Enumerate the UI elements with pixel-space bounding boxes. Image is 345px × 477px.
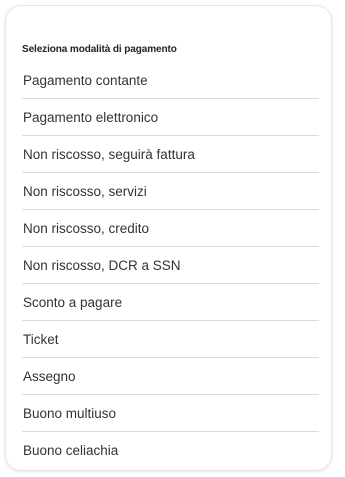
payment-method-dialog: Seleziona modalità di pagamento Pagament… [5, 5, 332, 471]
payment-option-discount-to-pay[interactable]: Sconto a pagare [6, 284, 331, 321]
payment-option-cash[interactable]: Pagamento contante [6, 62, 331, 99]
payment-option-electronic[interactable]: Pagamento elettronico [6, 99, 331, 136]
payment-option-invoice-to-follow[interactable]: Non riscosso, seguirà fattura [6, 136, 331, 173]
payment-option-unpaid-services[interactable]: Non riscosso, servizi [6, 173, 331, 210]
payment-option-multipurpose-voucher[interactable]: Buono multiuso [6, 395, 331, 432]
payment-option-ticket[interactable]: Ticket [6, 321, 331, 358]
dialog-title: Seleziona modalità di pagamento [22, 44, 177, 55]
payment-option-dcr-ssn[interactable]: Non riscosso, DCR a SSN [6, 247, 331, 284]
payment-option-celiac-voucher[interactable]: Buono celiachia [6, 432, 331, 469]
payment-option-unpaid-credit[interactable]: Non riscosso, credito [6, 210, 331, 247]
payment-method-list: Pagamento contante Pagamento elettronico… [6, 62, 331, 469]
payment-option-cheque[interactable]: Assegno [6, 358, 331, 395]
